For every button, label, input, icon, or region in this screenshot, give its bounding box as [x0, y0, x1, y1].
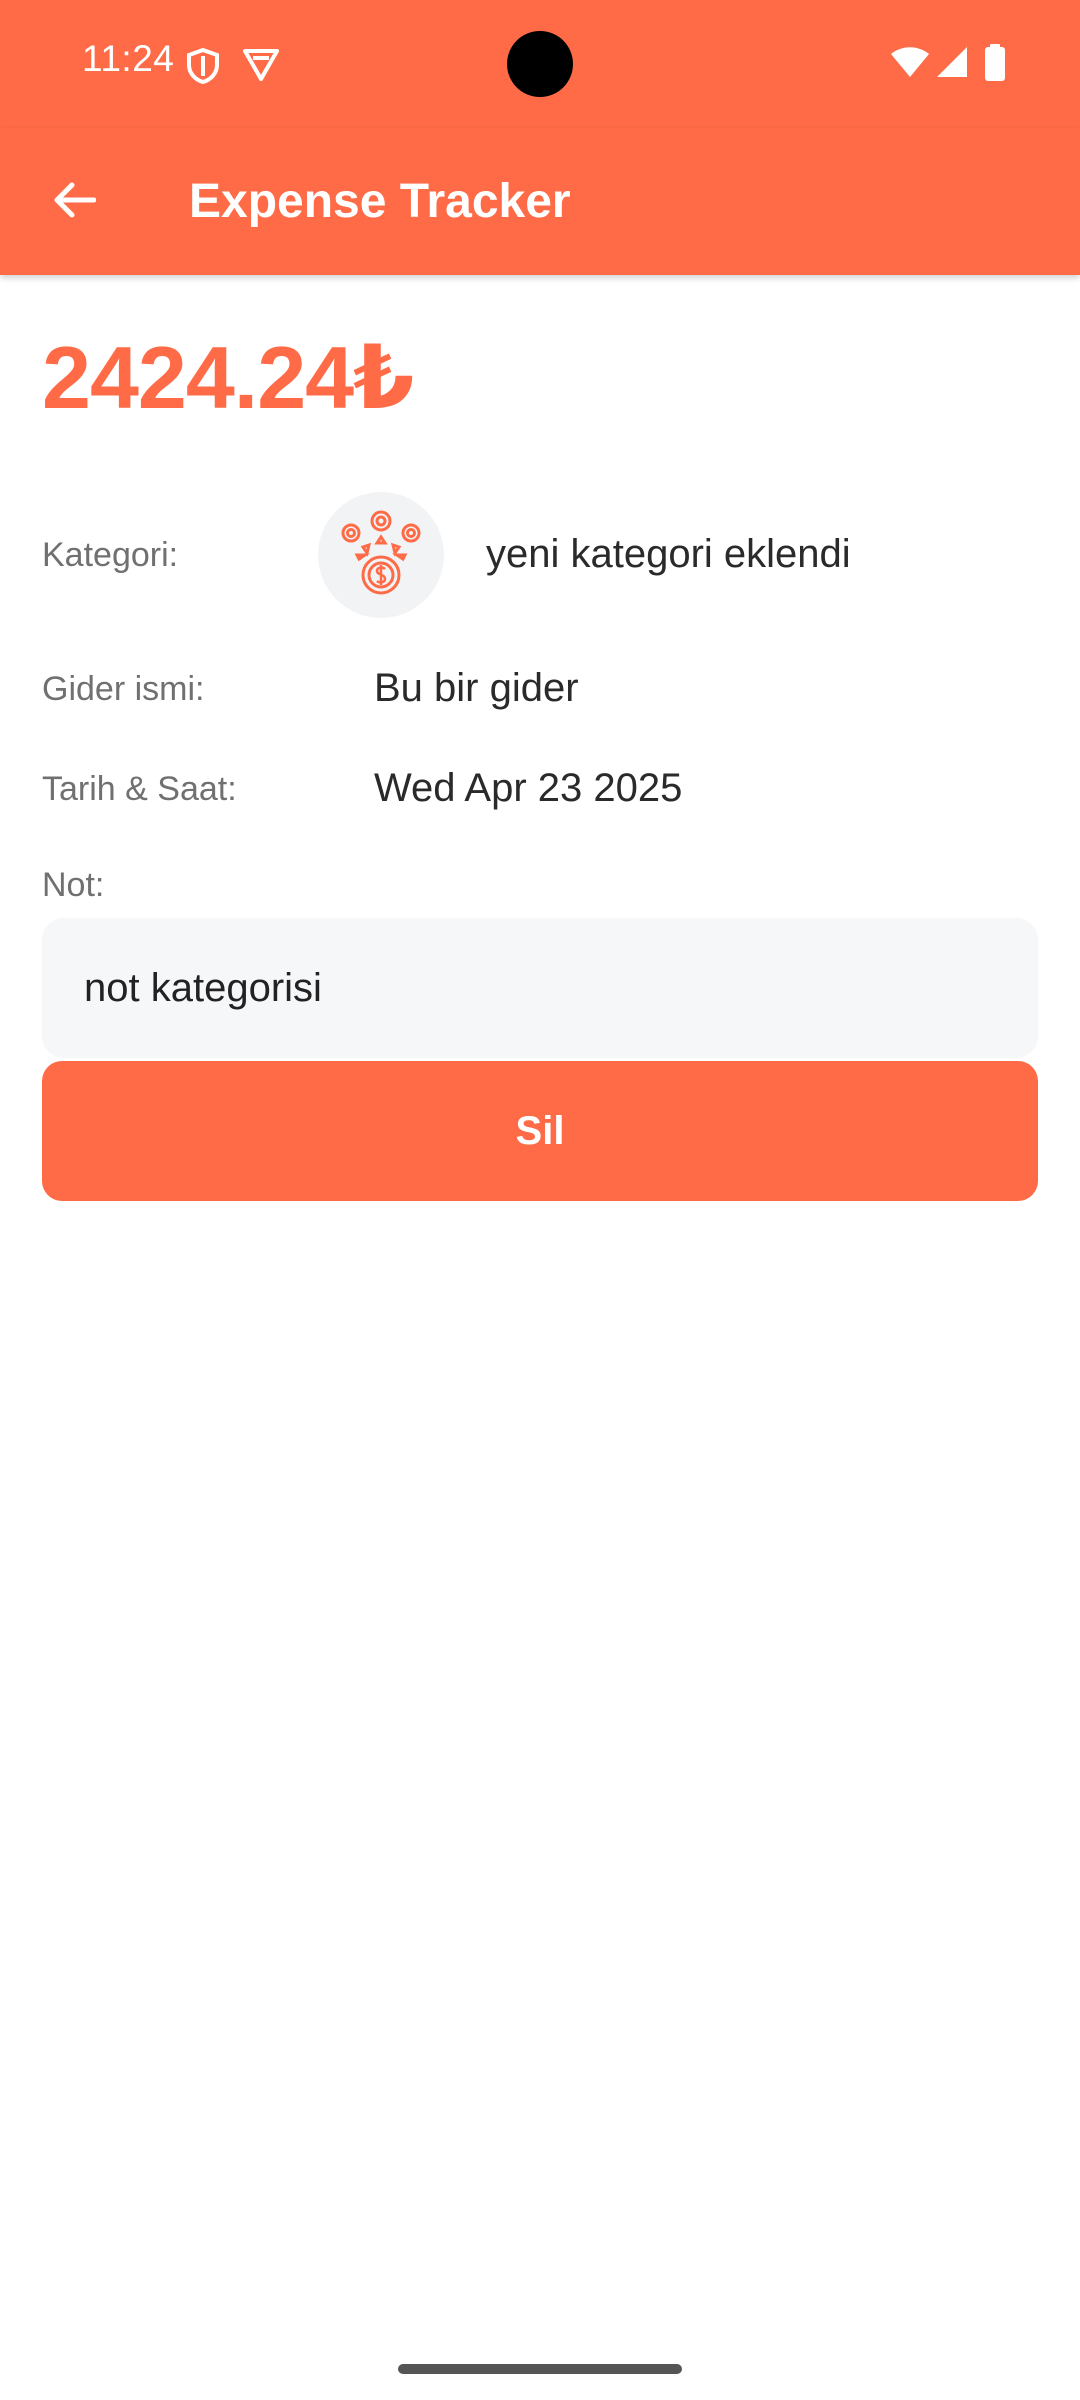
delete-button-label: Sil — [515, 1108, 565, 1153]
datetime-value: Wed Apr 23 2025 — [374, 766, 683, 810]
back-button[interactable] — [36, 164, 112, 240]
app-bar: Expense Tracker — [0, 128, 1080, 275]
note-field: not kategorisi — [42, 918, 1038, 1058]
arrow-back-icon — [52, 180, 97, 225]
expense-name-label: Gider ismi: — [42, 670, 205, 708]
expense-name-value: Bu bir gider — [374, 666, 579, 710]
wifi-icon — [890, 46, 930, 83]
shield-icon — [186, 47, 220, 89]
money-category-icon — [337, 509, 425, 602]
vpn-badge-icon — [242, 48, 280, 87]
page-title: Expense Tracker — [189, 175, 571, 228]
expense-amount: 2424.24₺ — [42, 328, 414, 427]
cell-signal-icon — [936, 46, 968, 83]
status-bar: 11:24 — [0, 0, 1080, 128]
home-indicator[interactable] — [398, 2364, 682, 2374]
note-value: not kategorisi — [84, 965, 322, 1010]
note-label: Not: — [42, 866, 105, 904]
battery-icon — [984, 44, 1006, 87]
expense-detail-screen: 11:24 Expense Tracker 2424.24₺ Kategori:… — [0, 0, 1080, 2400]
delete-button[interactable]: Sil — [42, 1061, 1038, 1201]
camera-cutout — [507, 31, 573, 97]
category-name: yeni kategori eklendi — [486, 532, 851, 576]
status-time: 11:24 — [82, 38, 175, 79]
datetime-label: Tarih & Saat: — [42, 770, 237, 808]
category-label: Kategori: — [42, 536, 179, 574]
category-avatar — [318, 492, 444, 618]
